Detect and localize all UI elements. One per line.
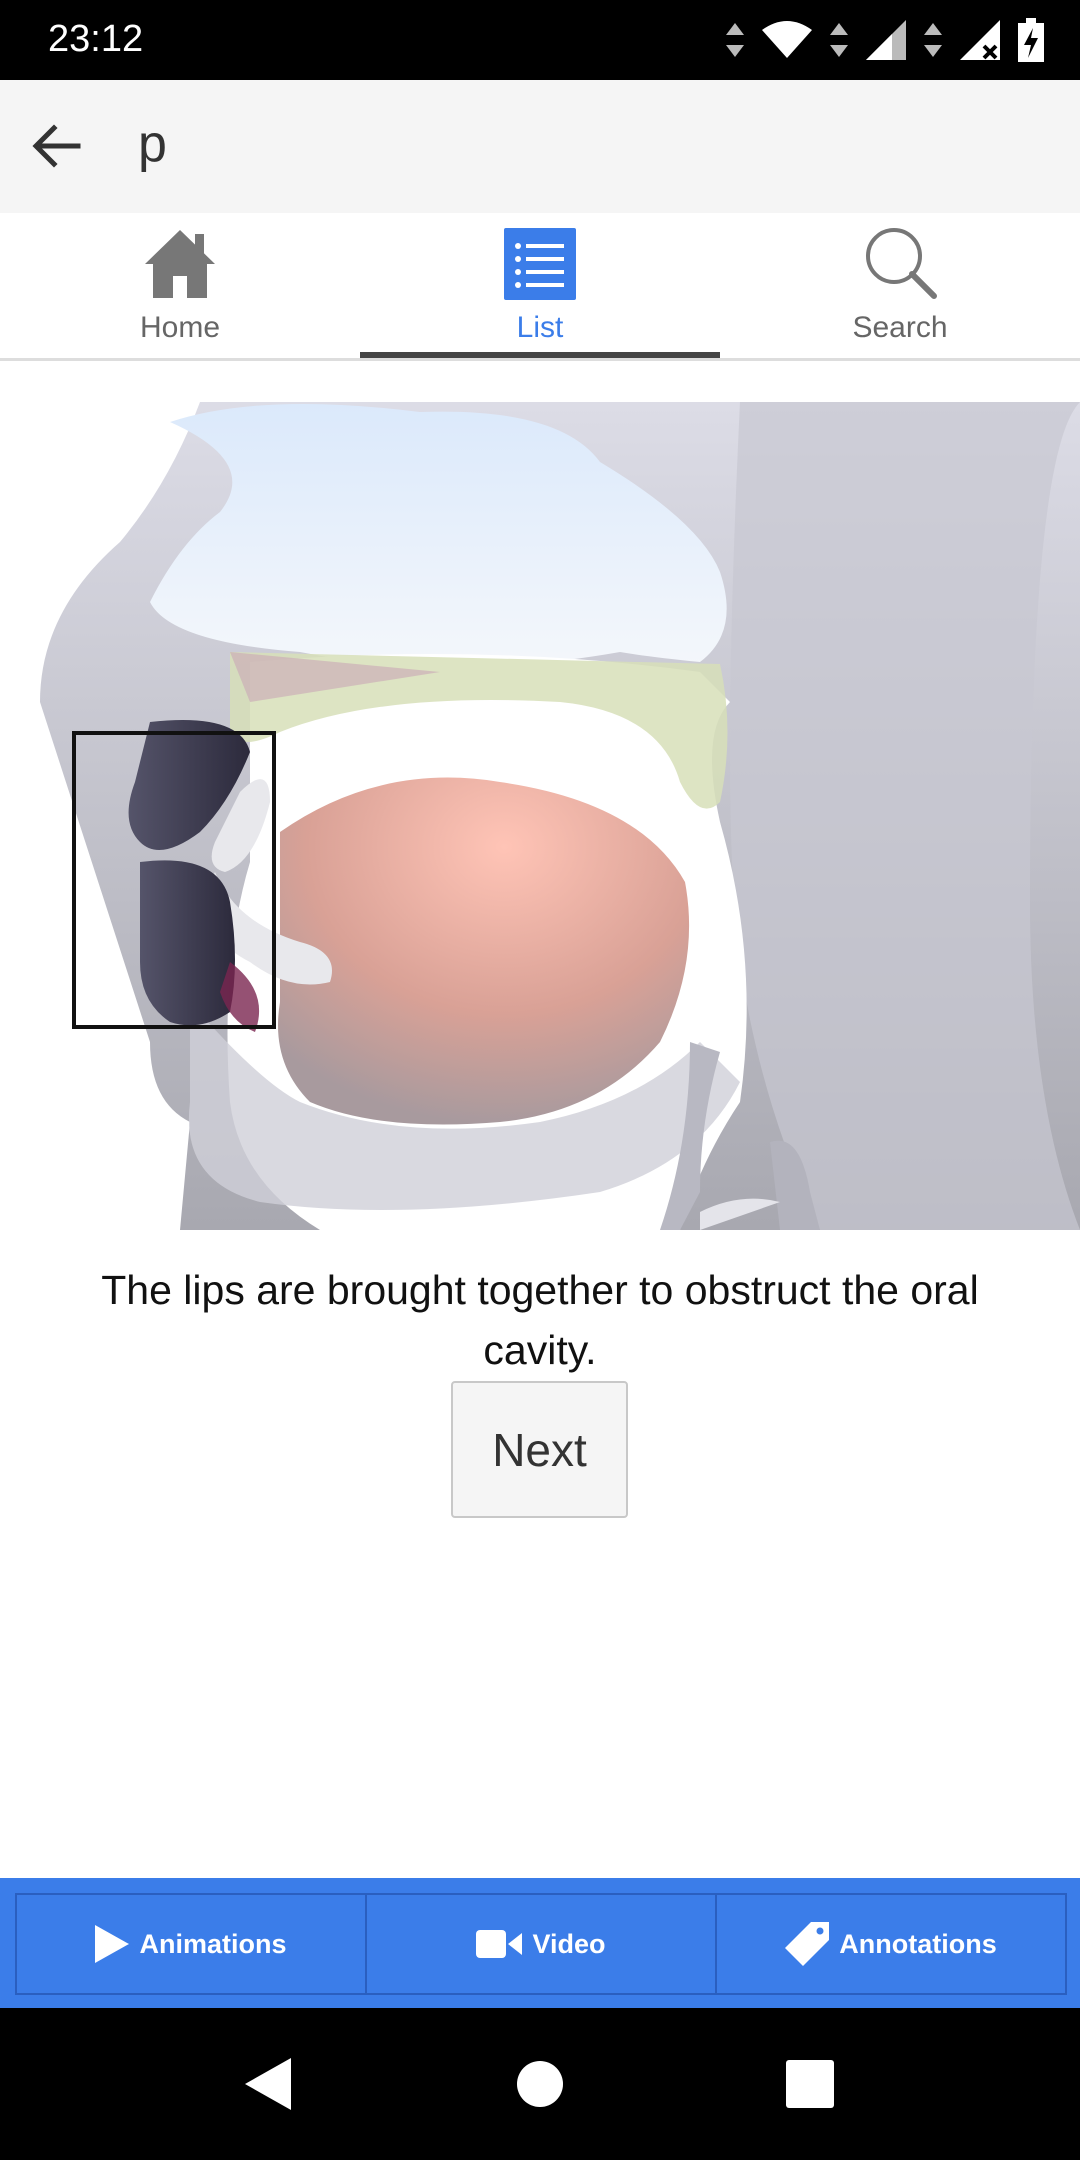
- tab-search[interactable]: Search: [720, 213, 1080, 358]
- system-nav-bar: [0, 2008, 1080, 2160]
- data-arrows-icon: [830, 23, 848, 57]
- annotations-label: Annotations: [839, 1928, 997, 1959]
- articulation-diagram: [0, 402, 1080, 1230]
- active-tab-indicator: [360, 352, 720, 358]
- search-icon: [866, 228, 937, 299]
- signal-icon: [866, 20, 906, 60]
- video-camera-icon: [476, 1930, 523, 1958]
- wifi-icon: [762, 21, 812, 58]
- nav-back-button[interactable]: [236, 2052, 300, 2116]
- tab-home-label: Home: [139, 311, 221, 344]
- play-icon: [95, 1925, 130, 1963]
- animations-button[interactable]: Animations: [17, 1895, 367, 1993]
- next-button[interactable]: Next: [451, 1381, 628, 1518]
- description-text: The lips are brought together to obstruc…: [101, 1267, 979, 1373]
- status-time: 23:12: [48, 18, 144, 60]
- back-arrow-icon: [32, 124, 81, 168]
- home-icon: [145, 230, 215, 298]
- tab-list[interactable]: List: [360, 213, 720, 358]
- status-icons: [726, 16, 1044, 64]
- video-label: Video: [532, 1928, 606, 1959]
- tab-bar: Home List Search: [0, 213, 1080, 361]
- animations-label: Animations: [139, 1928, 287, 1959]
- bottom-tab-bar: Animations Video Annotations: [0, 1878, 1080, 2008]
- nav-back-icon: [245, 2058, 291, 2110]
- tab-search-label: Search: [852, 311, 948, 344]
- app-bar: p: [0, 80, 1080, 213]
- battery-charging-icon: [1018, 18, 1044, 62]
- nav-recents-icon: [786, 2060, 834, 2108]
- vocal-tract-illustration: [40, 402, 1080, 1230]
- annotations-button[interactable]: Annotations: [717, 1895, 1065, 1993]
- page-title: p: [138, 115, 167, 173]
- data-arrows-icon: [924, 23, 942, 57]
- back-button[interactable]: [20, 110, 92, 182]
- nav-home-icon: [517, 2061, 563, 2107]
- nav-home-button[interactable]: [508, 2052, 572, 2116]
- tab-home[interactable]: Home: [0, 213, 360, 358]
- nav-recents-button[interactable]: [778, 2052, 842, 2116]
- signal-no-sim-icon: [960, 20, 1000, 60]
- video-button[interactable]: Video: [367, 1895, 717, 1993]
- list-icon: [504, 228, 576, 300]
- data-arrows-icon: [726, 23, 744, 57]
- tab-list-label: List: [516, 311, 564, 344]
- tag-icon: [785, 1922, 830, 1966]
- status-bar: 23:12: [0, 0, 1080, 80]
